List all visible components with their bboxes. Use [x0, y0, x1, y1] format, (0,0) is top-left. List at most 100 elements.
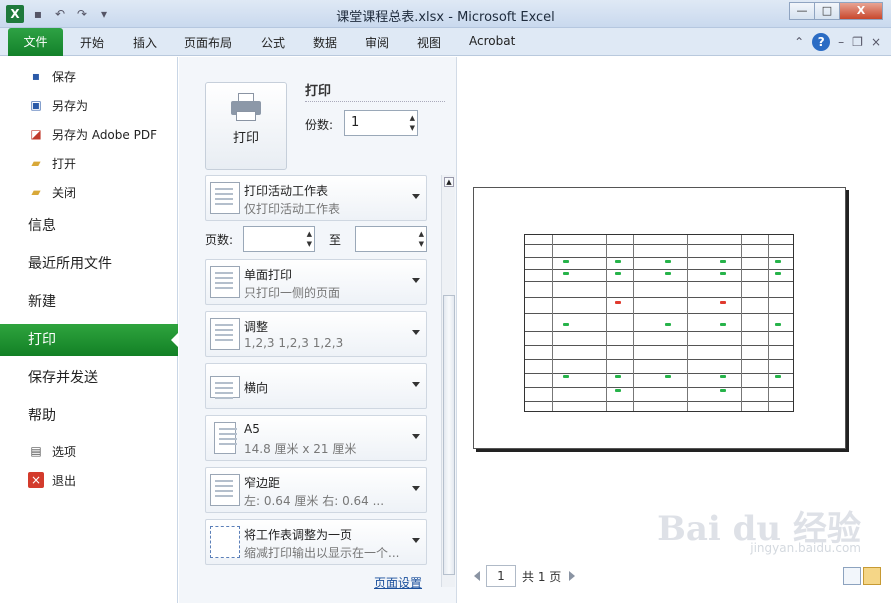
sides-dropdown[interactable]: 单面打印 只打印一侧的页面	[205, 259, 427, 305]
setting-title: 调整	[244, 320, 269, 334]
scroll-up-icon[interactable]: ▲	[444, 177, 454, 187]
preview-page-nav: 1 共 1 页	[474, 565, 576, 587]
setting-title: 单面打印	[244, 268, 293, 282]
pages-to-input[interactable]: ▲ ▼	[355, 226, 428, 252]
nav-save-send[interactable]: 保存并发送	[0, 362, 178, 394]
pages-from-input[interactable]: ▲ ▼	[243, 226, 316, 252]
help-icon[interactable]: ?	[812, 33, 831, 51]
options-icon: ▤	[30, 444, 42, 458]
tab-file[interactable]: 文件	[8, 28, 63, 56]
ribbon-right-controls: ⌃ ? – ❐ ×	[794, 33, 881, 51]
one-sided-icon	[210, 266, 240, 298]
save-icon: ▪	[31, 69, 41, 83]
tab-data[interactable]: 数据	[313, 34, 337, 51]
print-preview: Bai du 经验 jingyan.baidu.com 1 共 1 页	[458, 57, 891, 603]
tab-acrobat[interactable]: Acrobat	[469, 34, 515, 48]
open-folder-icon: ▰	[31, 156, 41, 170]
show-margins-icon[interactable]	[843, 567, 861, 585]
preview-view-buttons	[843, 567, 881, 585]
doc-minimize-icon[interactable]: –	[838, 35, 844, 49]
nav-recent[interactable]: 最近所用文件	[0, 248, 178, 280]
page-setup-link[interactable]: 页面设置	[374, 574, 422, 591]
next-page-icon[interactable]	[569, 571, 576, 581]
nav-open[interactable]: ▰ 打开	[28, 152, 76, 174]
section-divider	[305, 101, 445, 102]
dropdown-arrow-icon	[412, 278, 420, 283]
prev-page-icon[interactable]	[474, 571, 480, 581]
print-button[interactable]: 打印	[205, 82, 287, 170]
tab-formulas[interactable]: 公式	[261, 34, 285, 51]
setting-subtitle: 左: 0.64 厘米 右: 0.64 ...	[244, 494, 385, 508]
paper-size-dropdown[interactable]: A5 14.8 厘米 x 21 厘米	[205, 415, 427, 461]
setting-title: 打印活动工作表	[244, 184, 329, 198]
nav-new[interactable]: 新建	[0, 286, 178, 318]
minimize-button[interactable]: —	[789, 2, 815, 20]
margins-icon	[210, 474, 240, 506]
nav-save-as[interactable]: ▣ 另存为	[28, 94, 88, 116]
settings-scrollbar[interactable]: ▲	[441, 175, 455, 587]
page-number-input[interactable]: 1	[486, 565, 516, 587]
spin-arrows-icon[interactable]: ▲ ▼	[419, 229, 424, 249]
setting-title: 将工作表调整为一页	[244, 528, 353, 542]
spin-arrows-icon[interactable]: ▲ ▼	[307, 229, 312, 249]
print-button-label: 打印	[232, 131, 259, 146]
window-controls: — □ X	[789, 2, 883, 20]
dropdown-arrow-icon	[412, 194, 420, 199]
baidu-watermark-url: jingyan.baidu.com	[750, 541, 861, 555]
nav-print[interactable]: 打印	[0, 324, 179, 356]
maximize-button[interactable]: □	[814, 2, 840, 20]
ribbon-tabs: 文件 开始 插入 页面布局 公式 数据 审阅 视图 Acrobat ⌃ ? – …	[0, 28, 891, 56]
zoom-to-page-icon[interactable]	[863, 567, 881, 585]
save-as-icon: ▣	[30, 98, 42, 112]
nav-close[interactable]: ▰ 关闭	[28, 181, 76, 203]
backstage-nav: ▪ 保存 ▣ 另存为 ◪ 另存为 Adobe PDF ▰ 打开 ▰ 关闭 信息 …	[0, 57, 179, 603]
dropdown-arrow-icon	[412, 538, 420, 543]
title-bar: X ▪ ↶ ↷ ▾ 课堂课程总表.xlsx - Microsoft Excel …	[0, 0, 891, 28]
tab-review[interactable]: 审阅	[365, 34, 389, 51]
tab-insert[interactable]: 插入	[133, 34, 157, 51]
nav-info[interactable]: 信息	[0, 210, 178, 242]
nav-help[interactable]: 帮助	[0, 400, 178, 432]
sheet-icon	[210, 182, 240, 214]
close-button[interactable]: X	[839, 2, 883, 20]
close-folder-icon: ▰	[31, 185, 41, 199]
dropdown-arrow-icon	[412, 486, 420, 491]
collate-dropdown[interactable]: 调整 1,2,3 1,2,3 1,2,3	[205, 311, 427, 357]
copies-value: 1	[351, 115, 360, 130]
print-what-dropdown[interactable]: 打印活动工作表 仅打印活动工作表	[205, 175, 427, 221]
doc-close-icon[interactable]: ×	[871, 35, 881, 49]
exit-icon: ×	[28, 472, 44, 488]
nav-save-as-pdf[interactable]: ◪ 另存为 Adobe PDF	[28, 123, 157, 145]
page-total: 共 1 页	[522, 569, 562, 584]
preview-page	[473, 187, 846, 449]
nav-save[interactable]: ▪ 保存	[28, 65, 76, 87]
margins-dropdown[interactable]: 窄边距 左: 0.64 厘米 右: 0.64 ...	[205, 467, 427, 513]
nav-options[interactable]: ▤ 选项	[28, 440, 76, 462]
dropdown-arrow-icon	[412, 382, 420, 387]
window-title: 课堂课程总表.xlsx - Microsoft Excel	[336, 10, 555, 25]
doc-restore-icon[interactable]: ❐	[852, 35, 863, 49]
preview-table	[524, 234, 794, 412]
scrollbar-thumb[interactable]	[443, 295, 455, 575]
fit-to-page-icon	[210, 526, 240, 558]
collate-icon	[210, 318, 240, 350]
print-settings-panel: 打印 打印 份数: 1 ▲ ▼ 打印活动工作表 仅打印活动工作表 页数: ▲ ▼ 至…	[179, 57, 457, 603]
orientation-dropdown[interactable]: 横向	[205, 363, 427, 409]
dropdown-arrow-icon	[412, 434, 420, 439]
setting-subtitle: 仅打印活动工作表	[244, 202, 341, 216]
landscape-icon	[210, 376, 240, 398]
scaling-dropdown[interactable]: 将工作表调整为一页 缩减打印输出以显示在一个...	[205, 519, 427, 565]
nav-exit[interactable]: × 退出	[28, 469, 76, 491]
tab-view[interactable]: 视图	[417, 34, 441, 51]
copies-stepper[interactable]: 1 ▲ ▼	[344, 110, 418, 136]
setting-subtitle: 缩减打印输出以显示在一个...	[244, 546, 400, 560]
printer-icon	[231, 93, 261, 121]
tab-home[interactable]: 开始	[80, 34, 104, 51]
collapse-ribbon-icon[interactable]: ⌃	[794, 35, 804, 49]
spin-arrows-icon[interactable]: ▲ ▼	[410, 113, 415, 133]
setting-subtitle: 1,2,3 1,2,3 1,2,3	[244, 336, 344, 350]
paper-size-icon	[214, 422, 237, 454]
copies-label: 份数:	[305, 118, 334, 132]
tab-page-layout[interactable]: 页面布局	[184, 34, 232, 51]
dropdown-arrow-icon	[412, 330, 420, 335]
